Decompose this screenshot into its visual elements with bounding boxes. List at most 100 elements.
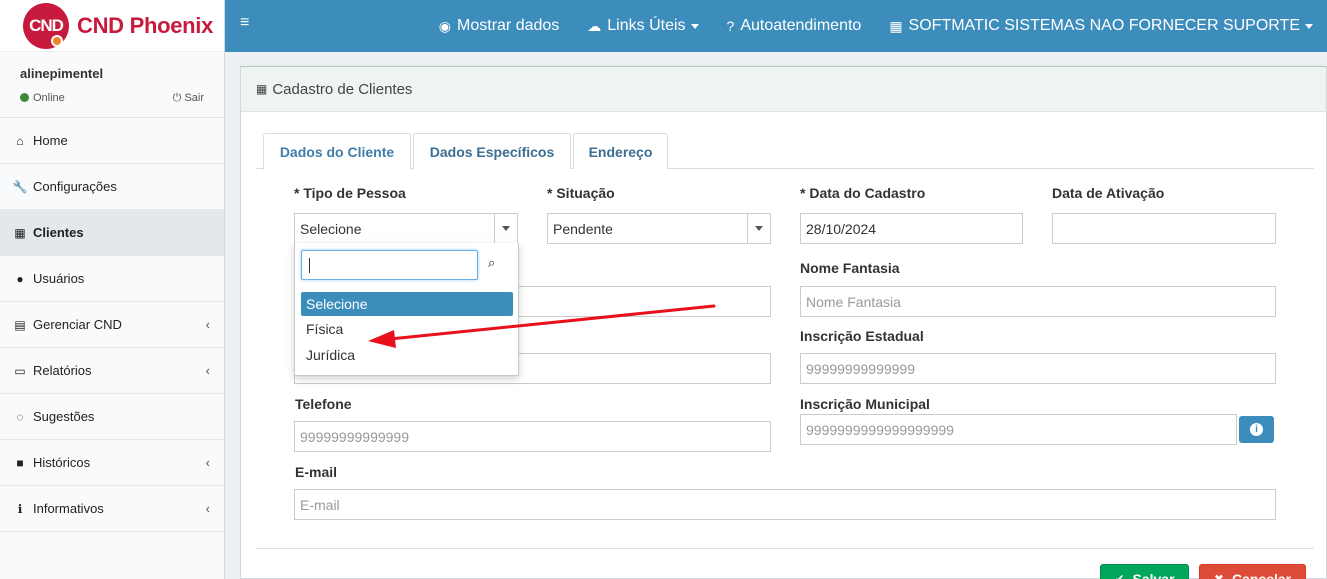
building-icon: ▦: [256, 82, 268, 96]
home-icon: ⌂: [16, 133, 24, 148]
data-cadastro-value: 28/10/2024: [806, 220, 877, 237]
dropdown-option-juridica[interactable]: Jurídica: [301, 343, 513, 367]
cloud-icon: ☁: [587, 17, 602, 34]
close-icon: ✖: [1213, 572, 1224, 579]
power-icon: ⏻: [172, 92, 185, 104]
building-icon: ▦: [889, 17, 903, 34]
sidebar-item-historicos[interactable]: ■ Históricos ‹: [0, 440, 224, 486]
data-ativacao-label: Data de Ativação: [1052, 185, 1165, 201]
text-cursor: [309, 258, 310, 273]
show-data-label: Mostrar dados: [457, 17, 560, 34]
user-panel: alinepimentel Online ⏻ Sair: [0, 52, 224, 118]
logout-label: Sair: [184, 92, 204, 104]
email-input[interactable]: E-mail: [294, 489, 1276, 520]
user-name: alinepimentel: [20, 66, 104, 81]
check-icon: ✔: [1114, 572, 1125, 579]
company-menu[interactable]: ▦ SOFTMATIC SISTEMAS NAO FORNECER SUPORT…: [889, 17, 1313, 35]
sidebar-item-label: Gerenciar CND: [33, 317, 122, 332]
tab-dados-cliente[interactable]: Dados do Cliente: [263, 133, 411, 170]
inscricao-municipal-placeholder: 9999999999999999999: [806, 421, 954, 438]
inscricao-estadual-input[interactable]: 99999999999999: [800, 353, 1276, 384]
sidebar-item-usuarios[interactable]: ● Usuários: [0, 256, 224, 302]
eye-icon: ◉: [438, 17, 452, 34]
topbar: ≡ ◉ Mostrar dados ☁ Links Úteis ? Autoat…: [225, 0, 1327, 52]
building-icon: ▦: [14, 225, 26, 240]
situacao-select[interactable]: Pendente: [547, 213, 771, 244]
logo-mark-text: CND: [29, 15, 64, 35]
sidebar-menu: ⌂ Home 🔧 Configurações ▦ Clientes ● Usuá…: [0, 118, 224, 532]
wrench-icon: 🔧: [12, 179, 28, 194]
comments-icon: ◌: [16, 409, 24, 424]
email-placeholder: E-mail: [300, 496, 340, 513]
save-label: Salvar: [1132, 571, 1175, 579]
telefone-input[interactable]: 99999999999999: [294, 421, 771, 452]
online-status-label: Online: [33, 92, 65, 104]
sidebar-item-label: Sugestões: [33, 409, 95, 424]
tipo-pessoa-label: * Tipo de Pessoa: [294, 185, 406, 201]
nome-fantasia-placeholder: Nome Fantasia: [806, 293, 901, 310]
sidebar-item-gerenciar-cnd[interactable]: ▤ Gerenciar CND ‹: [0, 302, 224, 348]
sidebar-item-clientes[interactable]: ▦ Clientes: [0, 210, 224, 256]
inscricao-municipal-input[interactable]: 9999999999999999999: [800, 414, 1237, 445]
tipo-pessoa-value: Selecione: [300, 220, 362, 237]
save-button[interactable]: ✔ Salvar: [1100, 564, 1189, 579]
tab-dados-especificos[interactable]: Dados Específicos: [413, 133, 571, 169]
dropdown-option-selecione[interactable]: Selecione: [301, 292, 513, 316]
flame-icon: [51, 34, 63, 47]
data-cadastro-label: * Data do Cadastro: [800, 185, 926, 201]
info-icon: i: [1250, 423, 1263, 436]
telefone-placeholder: 99999999999999: [300, 428, 410, 445]
sidebar-item-label: Usuários: [33, 271, 85, 286]
self-service-link[interactable]: ? Autoatendimento: [727, 17, 862, 35]
hamburger-icon[interactable]: ≡: [240, 14, 249, 32]
archive-icon: ■: [16, 455, 24, 470]
chevron-down-icon[interactable]: [494, 214, 517, 243]
chevron-left-icon: ‹: [205, 363, 210, 378]
caret-down-icon: [690, 23, 699, 29]
chevron-left-icon: ‹: [205, 501, 210, 516]
box-header: ▦ Cadastro de Clientes: [241, 67, 1326, 112]
company-label: SOFTMATIC SISTEMAS NAO FORNECER SUPORTE: [908, 17, 1300, 34]
data-ativacao-input[interactable]: [1052, 213, 1276, 244]
inscricao-municipal-info-button[interactable]: i: [1239, 416, 1274, 443]
user-icon: ●: [16, 271, 24, 286]
self-service-label: Autoatendimento: [740, 17, 862, 34]
logo-text: CND Phoenix: [77, 12, 214, 38]
sidebar-item-relatorios[interactable]: ▭ Relatórios ‹: [0, 348, 224, 394]
logo-mark: CND: [23, 2, 69, 49]
search-icon: ⌕: [488, 255, 496, 270]
tab-endereco[interactable]: Endereço: [573, 133, 668, 169]
sidebar-item-sugestoes[interactable]: ◌ Sugestões: [0, 394, 224, 440]
cancel-button[interactable]: ✖ Cancelar: [1199, 564, 1306, 579]
sidebar-item-label: Clientes: [33, 225, 84, 240]
chevron-left-icon: ‹: [205, 455, 210, 470]
show-data-link[interactable]: ◉ Mostrar dados: [439, 17, 559, 35]
tipo-pessoa-select[interactable]: Selecione: [294, 213, 518, 244]
chevron-down-icon[interactable]: [747, 214, 770, 243]
inscricao-estadual-label: Inscrição Estadual: [800, 328, 924, 344]
dropdown-search-input[interactable]: [301, 250, 478, 280]
question-circle-icon: ?: [726, 18, 735, 34]
box-title: Cadastro de Clientes: [272, 80, 413, 98]
sidebar-item-configuracoes[interactable]: 🔧 Configurações: [0, 164, 224, 210]
cancel-label: Cancelar: [1231, 571, 1292, 579]
sidebar-item-label: Relatórios: [33, 363, 92, 378]
links-uteis-menu[interactable]: ☁ Links Úteis: [587, 17, 699, 35]
logout-link[interactable]: ⏻ Sair: [173, 92, 204, 105]
online-dot-icon: [20, 93, 29, 102]
top-nav: ◉ Mostrar dados ☁ Links Úteis ? Autoaten…: [411, 0, 1313, 52]
sidebar-item-home[interactable]: ⌂ Home: [0, 118, 224, 164]
sidebar-item-label: Configurações: [33, 179, 117, 194]
data-cadastro-input[interactable]: 28/10/2024: [800, 213, 1023, 244]
nome-fantasia-input[interactable]: Nome Fantasia: [800, 286, 1276, 317]
dropdown-option-fisica[interactable]: Física: [301, 317, 513, 341]
inscricao-estadual-placeholder: 99999999999999: [806, 360, 916, 377]
caret-down-icon: [1305, 23, 1313, 29]
inscricao-municipal-label: Inscrição Municipal: [800, 396, 930, 412]
sidebar-item-label: Informativos: [33, 501, 104, 516]
sidebar-item-informativos[interactable]: ℹ Informativos ‹: [0, 486, 224, 532]
form-tabs: Dados do Cliente Dados Específicos Ender…: [256, 133, 1314, 170]
form-divider: [256, 548, 1314, 549]
logo[interactable]: CND CND Phoenix: [0, 0, 224, 52]
email-label: E-mail: [295, 464, 338, 480]
